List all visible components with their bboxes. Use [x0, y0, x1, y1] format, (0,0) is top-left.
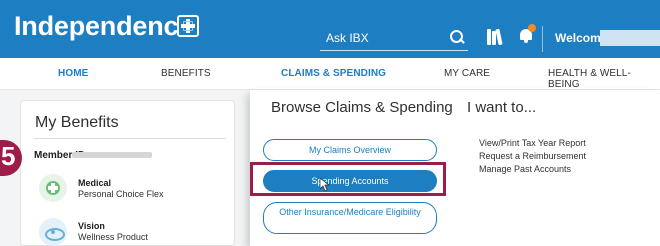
welcome-name-redacted [600, 30, 660, 46]
card-divider [34, 138, 226, 139]
search-icon[interactable] [450, 30, 464, 44]
benefit-plan-vision: Wellness Product [78, 232, 148, 242]
benefit-plan-medical: Personal Choice Flex [78, 189, 164, 199]
view-print-tax-report-link[interactable]: View/Print Tax Year Report [479, 138, 586, 148]
request-reimbursement-link[interactable]: Request a Reimbursement [479, 151, 586, 161]
other-insurance-medicare-label: Other Insurance/Medicare Eligibility [279, 207, 421, 217]
notification-bell-icon[interactable] [518, 24, 536, 43]
search-input[interactable]: Ask IBX [320, 27, 468, 51]
main-nav: HOME BENEFITS CLAIMS & SPENDING MY CARE … [0, 58, 660, 90]
i-want-to-title: I want to... [467, 99, 537, 116]
brand-logo-text[interactable]: Independence [14, 11, 193, 42]
my-claims-overview-button[interactable]: My Claims Overview [263, 139, 437, 161]
step-highlight-box [250, 162, 446, 196]
nav-item-home[interactable]: HOME [58, 68, 88, 79]
nav-item-claims-spending[interactable]: CLAIMS & SPENDING [281, 68, 386, 79]
my-claims-overview-label: My Claims Overview [308, 145, 391, 155]
notification-dot [528, 24, 536, 32]
search-placeholder: Ask IBX [326, 31, 369, 45]
eye-icon [39, 218, 67, 246]
step-number: 5 [1, 141, 16, 171]
brand-cross-icon[interactable] [177, 15, 199, 37]
nav-item-benefits[interactable]: BENEFITS [161, 68, 211, 79]
member-id-redacted [72, 152, 152, 158]
other-insurance-medicare-button[interactable]: Other Insurance/Medicare Eligibility [263, 202, 437, 234]
header-divider [542, 26, 543, 52]
benefit-name-medical[interactable]: Medical [78, 178, 111, 188]
nav-item-health-well-being[interactable]: HEALTH & WELL-BEING [548, 68, 660, 90]
library-icon[interactable] [487, 27, 505, 46]
browse-claims-title: Browse Claims & Spending [271, 99, 453, 116]
medical-cross-icon [39, 174, 67, 202]
my-benefits-title: My Benefits [35, 114, 119, 131]
mouse-cursor-icon [320, 178, 330, 192]
manage-past-accounts-link[interactable]: Manage Past Accounts [479, 164, 571, 174]
nav-item-my-care[interactable]: MY CARE [444, 68, 490, 79]
benefit-name-vision[interactable]: Vision [78, 221, 105, 231]
